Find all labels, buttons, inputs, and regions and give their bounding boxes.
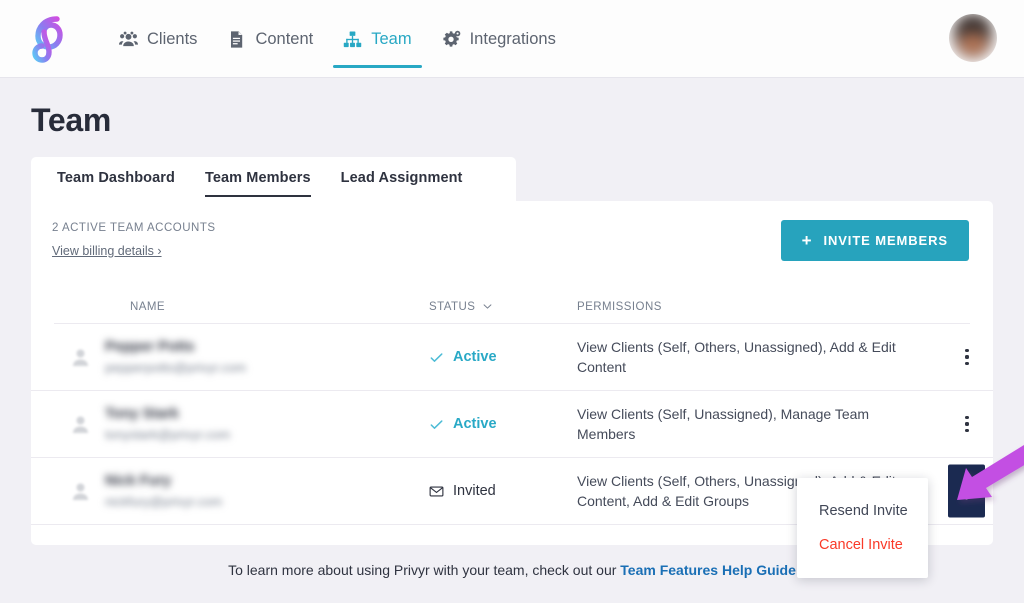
column-header-name: NAME [130,300,166,313]
active-accounts-count: 2 ACTIVE TEAM ACCOUNTS [52,222,216,234]
people-group-icon [119,30,138,49]
table-row: Pepper Potts pepperpotts@privyr.com Acti… [31,324,993,391]
cell-permissions: View Clients (Self, Unassigned), Manage … [577,405,870,442]
table-row: Tony Stark tonystark@privyr.com Active V… [31,391,993,458]
nav-item-integrations[interactable]: Integrations [427,0,571,78]
member-email: nickfury@privyr.com [105,494,223,509]
member-email: pepperpotts@privyr.com [105,360,247,375]
invite-members-label: INVITE MEMBERS [823,233,948,248]
nav-label-clients: Clients [147,29,198,48]
footer-text: To learn more about using Privyr with yo… [228,562,621,578]
nav-item-team[interactable]: Team [328,0,426,78]
nav-item-content[interactable]: Content [212,0,328,78]
member-email: tonystark@privyr.com [105,427,231,442]
tab-team-members[interactable]: Team Members [204,170,311,197]
kebab-menu-icon [965,348,969,366]
team-features-help-guide-link[interactable]: Team Features Help Guide [620,562,796,578]
page-title: Team [31,102,112,138]
plus-icon: + [801,231,813,250]
name-block: Tony Stark tonystark@privyr.com [105,406,230,442]
column-header-permissions: PERMISSIONS [577,300,662,313]
row-menu-button[interactable] [948,464,985,518]
gears-icon [442,30,461,49]
top-navigation-bar: Clients Content Team Integrations [0,0,1024,78]
cell-permissions: View Clients (Self, Others, Unassigned),… [577,338,896,375]
member-name: Nick Fury [105,473,172,489]
tab-team-dashboard[interactable]: Team Dashboard [57,170,175,197]
column-header-status-label: STATUS [429,300,476,313]
main-nav-items: Clients Content Team Integrations [104,0,571,78]
person-icon [72,415,89,434]
cell-name: Tony Stark tonystark@privyr.com [54,406,429,442]
avatar[interactable] [949,14,997,62]
name-block: Pepper Potts pepperpotts@privyr.com [105,339,246,375]
cell-name: Nick Fury nickfury@privyr.com [54,473,429,509]
avatar-image [949,14,997,62]
person-icon [72,482,89,501]
cell-name: Pepper Potts pepperpotts@privyr.com [54,339,429,375]
cell-status: Invited [429,483,577,499]
org-chart-icon [343,30,362,49]
check-icon [429,350,444,365]
invite-members-button[interactable]: + INVITE MEMBERS [780,220,969,261]
table-header-row: NAME STATUS PERMISSIONS [54,290,970,324]
row-menu-button[interactable] [951,408,983,440]
status-badge: Active [453,416,497,432]
nav-label-integrations: Integrations [469,29,556,48]
kebab-menu-icon [964,482,969,500]
tab-strip: Team Dashboard Team Members Lead Assignm… [31,157,516,201]
status-badge: Invited [453,483,496,499]
row-context-menu: Resend Invite Cancel Invite [797,478,928,578]
view-billing-details-link[interactable]: View billing details › [52,244,162,258]
member-name: Tony Stark [105,406,179,422]
team-members-card: 2 ACTIVE TEAM ACCOUNTS View billing deta… [31,201,993,578]
document-icon [227,30,246,49]
kebab-menu-icon [965,415,969,433]
column-header-status[interactable]: STATUS [429,301,577,313]
nav-label-team: Team [371,29,412,48]
tab-lead-assignment[interactable]: Lead Assignment [341,170,463,197]
check-icon [429,417,444,432]
person-icon [72,348,89,367]
row-menu-button[interactable] [951,341,983,373]
menu-item-cancel-invite[interactable]: Cancel Invite [797,528,928,562]
nav-label-content: Content [255,29,314,48]
name-block: Nick Fury nickfury@privyr.com [105,473,222,509]
member-name: Pepper Potts [105,339,195,355]
status-badge: Active [453,349,497,365]
menu-item-resend-invite[interactable]: Resend Invite [797,494,928,528]
chevron-down-icon [483,302,492,311]
envelope-icon [429,484,444,499]
nav-item-clients[interactable]: Clients [104,0,212,78]
cell-status: Active [429,349,577,365]
cell-status: Active [429,416,577,432]
privyr-logo[interactable] [26,14,74,64]
